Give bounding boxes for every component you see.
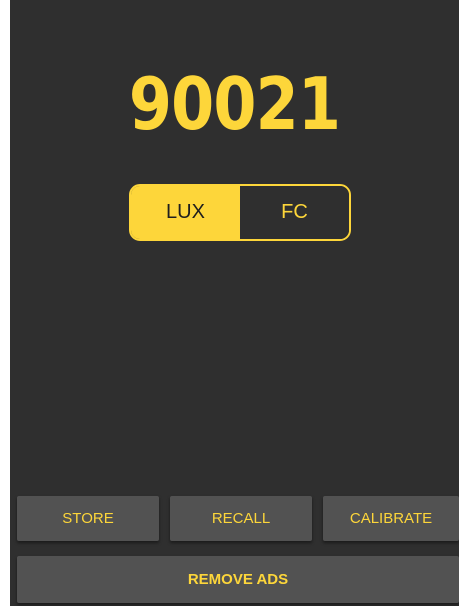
unit-toggle: LUX FC: [129, 184, 351, 241]
light-reading-value: 90021: [128, 62, 341, 146]
remove-ads-button[interactable]: REMOVE ADS: [17, 556, 459, 603]
unit-option-lux[interactable]: LUX: [131, 186, 240, 239]
calibrate-button[interactable]: CALIBRATE: [323, 496, 459, 541]
unit-option-fc[interactable]: FC: [240, 186, 349, 239]
recall-button[interactable]: RECALL: [170, 496, 312, 541]
store-button[interactable]: STORE: [17, 496, 159, 541]
light-meter-screen: 90021 LUX FC STORE RECALL CALIBRATE REMO…: [10, 0, 459, 606]
